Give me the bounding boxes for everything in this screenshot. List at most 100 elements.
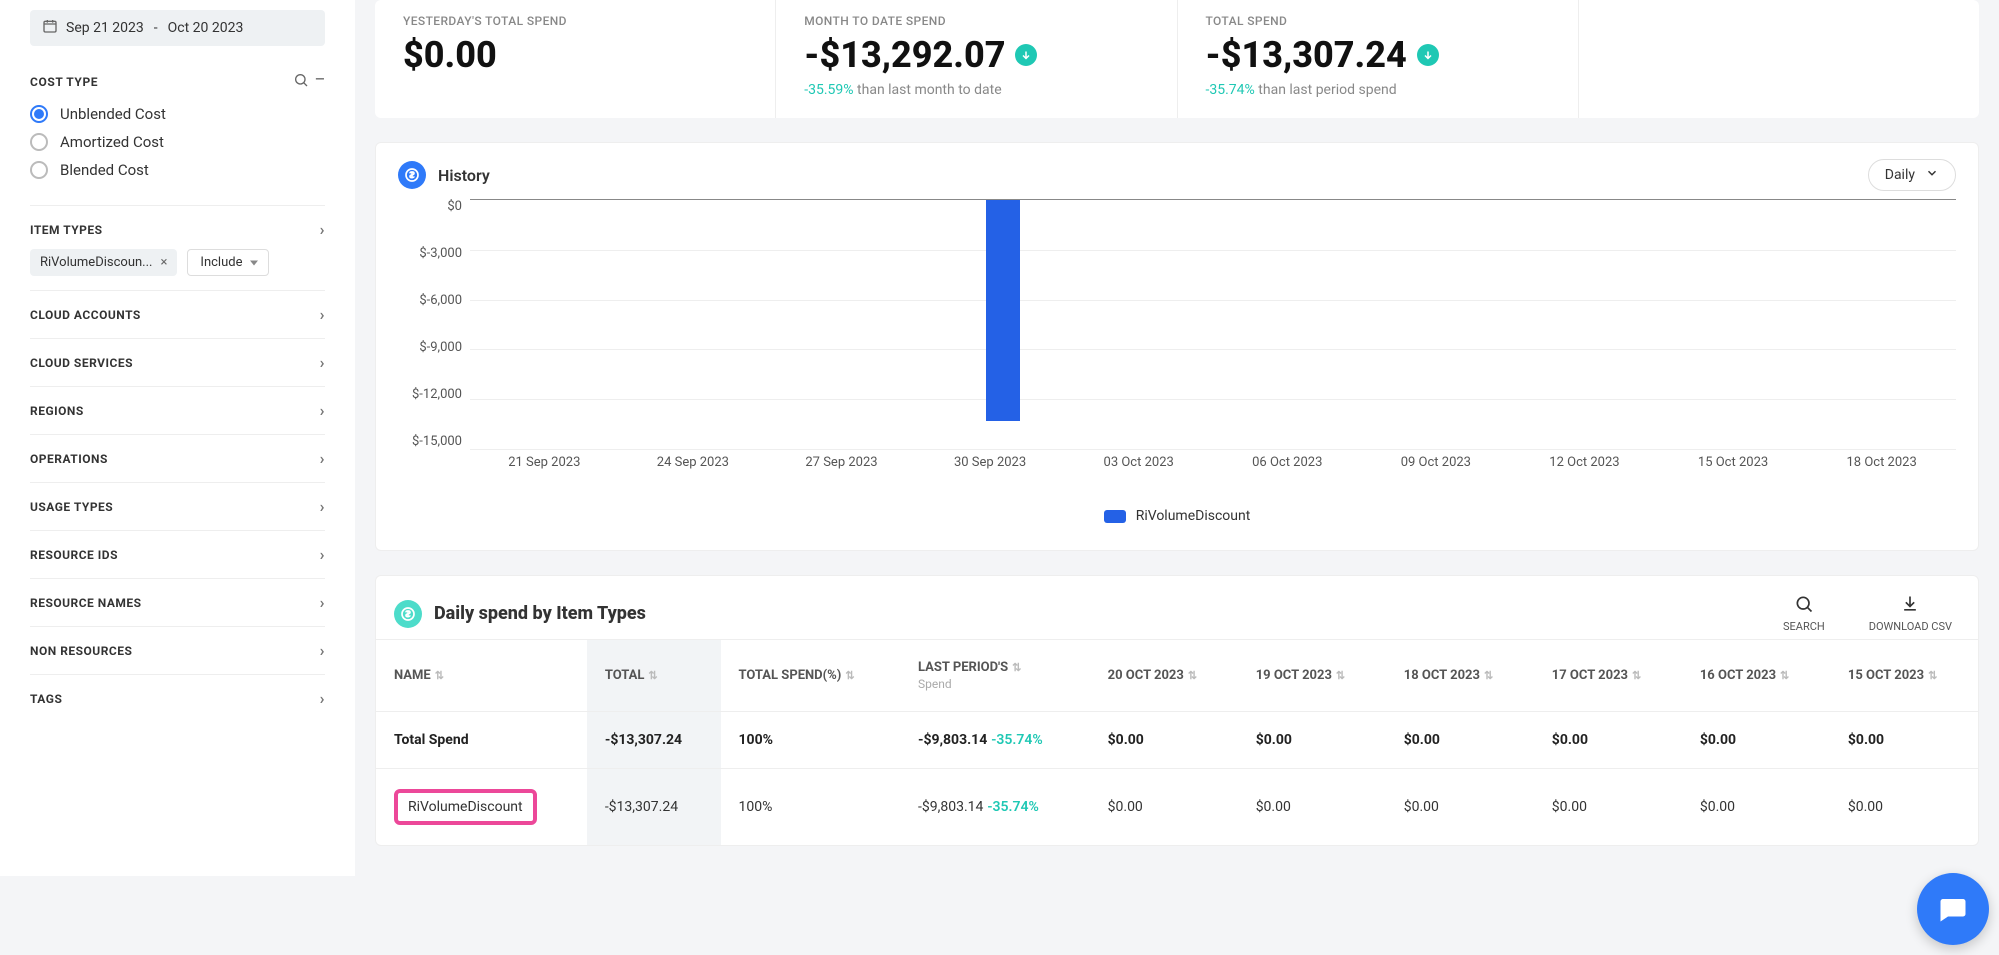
chart-bar[interactable]	[986, 200, 1020, 421]
filter-label: TAGS	[30, 692, 62, 706]
table-scroll[interactable]: NAME⇅ TOTAL⇅ TOTAL SPEND(%)⇅ LAST PERIOD…	[376, 639, 1978, 845]
x-tick: 15 Oct 2023	[1659, 455, 1808, 470]
sort-icon: ⇅	[1188, 669, 1197, 682]
search-button[interactable]: SEARCH	[1783, 594, 1825, 633]
th-d17[interactable]: 17 OCT 2023⇅	[1534, 640, 1682, 712]
filter-item-types[interactable]: ITEM TYPES ›	[30, 205, 325, 253]
filter-resource-ids[interactable]: RESOURCE IDS ›	[30, 530, 325, 578]
history-header: History Daily	[398, 159, 1956, 191]
main-area: YESTERDAY'S TOTAL SPEND $0.00 MONTH TO D…	[355, 0, 1999, 876]
chevron-right-icon: ›	[320, 305, 325, 324]
minus-icon[interactable]: —	[315, 72, 325, 91]
sort-icon: ⇅	[1928, 669, 1937, 682]
plot-area	[470, 199, 1956, 449]
filter-label: RESOURCE NAMES	[30, 596, 142, 610]
cost-type-label: COST TYPE	[30, 75, 98, 89]
download-csv-button[interactable]: DOWNLOAD CSV	[1869, 594, 1952, 633]
search-icon[interactable]	[293, 72, 309, 91]
include-dropdown[interactable]: Include	[187, 249, 269, 276]
legend-label: RiVolumeDiscount	[1136, 508, 1251, 524]
cell-total: -$13,307.24	[587, 712, 721, 769]
item-types-chips: RiVolumeDiscoun... × Include	[30, 249, 325, 276]
radio-unblended-cost[interactable]: Unblended Cost	[30, 105, 325, 123]
calendar-icon	[42, 18, 58, 38]
chat-button[interactable]	[1917, 873, 1989, 945]
x-tick: 30 Sep 2023	[916, 455, 1065, 470]
x-tick: 12 Oct 2023	[1510, 455, 1659, 470]
chevron-right-icon: ›	[320, 545, 325, 564]
radio-label: Amortized Cost	[60, 133, 164, 151]
th-d18[interactable]: 18 OCT 2023⇅	[1386, 640, 1534, 712]
trend-down-icon	[1015, 44, 1037, 66]
filter-tags[interactable]: TAGS ›	[30, 674, 325, 722]
kpi-pct: -35.59%	[804, 82, 853, 98]
kpi-value: $0.00	[403, 34, 747, 76]
th-last-period[interactable]: LAST PERIOD'S⇅Spend	[900, 640, 1090, 712]
filter-resource-names[interactable]: RESOURCE NAMES ›	[30, 578, 325, 626]
filter-label: CLOUD SERVICES	[30, 356, 133, 370]
kpi-row: YESTERDAY'S TOTAL SPEND $0.00 MONTH TO D…	[375, 0, 1979, 118]
radio-amortized-cost[interactable]: Amortized Cost	[30, 133, 325, 151]
table-title: Daily spend by Item Types	[434, 603, 646, 624]
y-tick: $-15,000	[412, 434, 462, 449]
chip-label: RiVolumeDiscoun...	[40, 255, 152, 270]
filter-label: ITEM TYPES	[30, 223, 103, 237]
th-d15[interactable]: 15 OCT 2023⇅	[1830, 640, 1978, 712]
filter-label: REGIONS	[30, 404, 84, 418]
radio-icon	[30, 133, 48, 151]
th-d16[interactable]: 16 OCT 2023⇅	[1682, 640, 1830, 712]
kpi-yesterday: YESTERDAY'S TOTAL SPEND $0.00	[375, 0, 775, 118]
close-icon[interactable]: ×	[160, 255, 167, 270]
radio-blended-cost[interactable]: Blended Cost	[30, 161, 325, 179]
filter-usage-types[interactable]: USAGE TYPES ›	[30, 482, 325, 530]
date-separator: -	[154, 20, 158, 36]
daily-spend-panel: Daily spend by Item Types SEARCH DOWNLOA…	[375, 575, 1979, 846]
cell-d20: $0.00	[1090, 712, 1238, 769]
th-d20[interactable]: 20 OCT 2023⇅	[1090, 640, 1238, 712]
radio-icon	[30, 105, 48, 123]
radio-icon	[30, 161, 48, 179]
interval-dropdown[interactable]: Daily	[1868, 159, 1956, 191]
sort-icon: ⇅	[1780, 669, 1789, 682]
chart-legend: RiVolumeDiscount	[398, 508, 1956, 524]
th-name[interactable]: NAME⇅	[376, 640, 587, 712]
kpi-mtd: MONTH TO DATE SPEND -$13,292.07 -35.59% …	[775, 0, 1176, 118]
filter-operations[interactable]: OPERATIONS ›	[30, 434, 325, 482]
filter-cloud-services[interactable]: CLOUD SERVICES ›	[30, 338, 325, 386]
th-total[interactable]: TOTAL⇅	[587, 640, 721, 712]
chevron-right-icon: ›	[320, 220, 325, 239]
y-tick: $0	[447, 199, 462, 214]
filter-cloud-accounts[interactable]: CLOUD ACCOUNTS ›	[30, 290, 325, 338]
filter-regions[interactable]: REGIONS ›	[30, 386, 325, 434]
chevron-down-icon	[1925, 166, 1939, 184]
filter-label: CLOUD ACCOUNTS	[30, 308, 141, 322]
cell-total-pct: 100%	[721, 712, 900, 769]
filter-non-resources[interactable]: NON RESOURCES ›	[30, 626, 325, 674]
history-title-wrap: History	[398, 161, 490, 189]
x-tick: 03 Oct 2023	[1064, 455, 1213, 470]
table-total-row: Total Spend -$13,307.24 100% -$9,803.14-…	[376, 712, 1978, 769]
sort-icon: ⇅	[1484, 669, 1493, 682]
y-tick: $-3,000	[419, 246, 462, 261]
date-range-picker[interactable]: Sep 21 2023 - Oct 20 2023	[30, 10, 325, 46]
cell-d20: $0.00	[1090, 769, 1238, 846]
cost-type-radio-group: Unblended Cost Amortized Cost Blended Co…	[30, 105, 325, 179]
cell-name: RiVolumeDiscount	[376, 769, 587, 846]
chip-rivolumediscount[interactable]: RiVolumeDiscoun... ×	[30, 249, 177, 276]
cell-last-period: -$9,803.14-35.74%	[900, 769, 1090, 846]
chevron-right-icon: ›	[320, 401, 325, 420]
gridline	[470, 349, 1956, 350]
table-row[interactable]: RiVolumeDiscount -$13,307.24 100% -$9,80…	[376, 769, 1978, 846]
download-label: DOWNLOAD CSV	[1869, 620, 1952, 633]
y-tick: $-9,000	[419, 340, 462, 355]
cell-d16: $0.00	[1682, 712, 1830, 769]
th-total-spend-pct[interactable]: TOTAL SPEND(%)⇅	[721, 640, 900, 712]
cell-d16: $0.00	[1682, 769, 1830, 846]
kpi-title: YESTERDAY'S TOTAL SPEND	[403, 14, 747, 28]
th-d19[interactable]: 19 OCT 2023⇅	[1238, 640, 1386, 712]
kpi-text: than last month to date	[857, 82, 1002, 98]
cell-d18: $0.00	[1386, 769, 1534, 846]
x-axis: 21 Sep 202324 Sep 202327 Sep 202330 Sep …	[470, 455, 1956, 470]
sort-icon: ⇅	[1012, 661, 1021, 674]
filter-label: NON RESOURCES	[30, 644, 132, 658]
